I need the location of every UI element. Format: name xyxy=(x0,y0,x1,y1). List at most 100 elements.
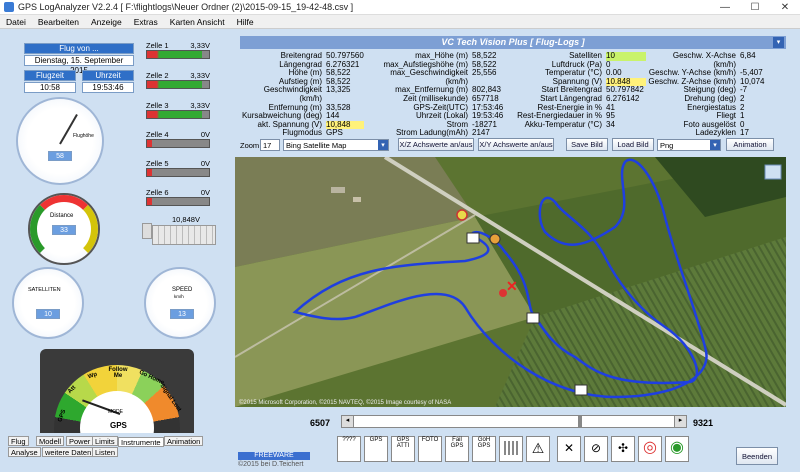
gps-atti-icon[interactable]: GPS ATTI xyxy=(391,436,415,462)
right-header: VC Tech Vision Plus [ Flug-Logs ] xyxy=(240,36,786,49)
speed-value: 13 xyxy=(170,309,194,319)
tab-weitere-daten[interactable]: weitere Daten xyxy=(42,447,95,457)
xy-axis-toggle-button[interactable]: X/Y Achswerte an/aus xyxy=(478,138,554,151)
cell-label: Zelle 1 xyxy=(146,41,169,50)
foto-icon[interactable]: FOTO xyxy=(418,436,442,462)
window-title: GPS LogAnalyzer V2.2.4 [ F:\flightlogs\N… xyxy=(18,2,354,12)
uhrzeit-label: Uhrzeit xyxy=(82,70,134,81)
gauge-needle xyxy=(59,114,78,145)
warning-icon[interactable]: ⚠ xyxy=(526,436,550,462)
gauge-title: Distance xyxy=(50,213,74,219)
fish-icon[interactable]: ✕ xyxy=(557,436,581,462)
tab-analyse[interactable]: Analyse xyxy=(8,447,41,457)
gauge-title: SPEED xyxy=(172,287,193,293)
target-icon[interactable]: ◎ xyxy=(638,436,662,462)
cell-value: 3,33V xyxy=(190,101,210,110)
cell-label: Zelle 4 xyxy=(146,130,169,139)
start-marker-icon xyxy=(456,209,468,221)
menu-anzeige[interactable]: Anzeige xyxy=(85,17,128,27)
left-panel: Flug von ... Dienstag, 15. September 201… xyxy=(2,31,235,472)
camera-icon xyxy=(466,232,480,244)
mode-segment: Follow Me xyxy=(108,367,128,379)
battery-icon: 10,848V xyxy=(142,215,216,245)
satellites-gauge: SATELLITEN 10 xyxy=(12,267,84,339)
left-tabs: Flug Modell Power Limits Instrumente Ani… xyxy=(8,436,208,466)
compass-icon[interactable]: ✣ xyxy=(611,436,635,462)
animation-button[interactable]: Animation xyxy=(726,138,774,151)
fail-gps-icon[interactable]: Fail GPS xyxy=(445,436,469,462)
freeware-badge: FREEWARE xyxy=(238,452,310,460)
battery-voltage: 10,848V xyxy=(172,215,200,224)
flight-date: Dienstag, 15. September 2015 xyxy=(24,55,134,75)
grid-circle-icon[interactable]: ⊘ xyxy=(584,436,608,462)
load-image-button[interactable]: Load Bild xyxy=(612,138,654,151)
close-button[interactable]: ✕ xyxy=(770,0,800,15)
tab-listen[interactable]: Listen xyxy=(92,447,119,457)
menu-bearbeiten[interactable]: Bearbeiten xyxy=(32,17,85,27)
cell-value: 3,33V xyxy=(190,71,210,80)
slider-thumb[interactable] xyxy=(578,416,582,427)
uhrzeit-value: 19:53:46 xyxy=(82,82,134,93)
cell-label: Zelle 3 xyxy=(146,101,169,110)
menu-hilfe[interactable]: Hilfe xyxy=(231,17,260,27)
mode-sub: GPS xyxy=(110,421,127,430)
image-format-select[interactable]: Png ▾ xyxy=(657,139,721,151)
tab-flug[interactable]: Flug xyxy=(8,436,29,446)
goh-gps-icon[interactable]: GoH GPS xyxy=(472,436,496,462)
map-credit: ©2015 Microsoft Corporation, ©2015 NAVTE… xyxy=(239,400,452,406)
distance-value: 33 xyxy=(52,225,76,235)
cell-label: Zelle 5 xyxy=(146,159,169,168)
map-svg: ✕ xyxy=(235,157,786,407)
header-dropdown-icon[interactable]: ▾ xyxy=(773,37,784,48)
waypoint-icon xyxy=(489,233,501,245)
cell-1: Zelle 1 3,33V xyxy=(146,41,210,59)
slider-min: 6507 xyxy=(310,418,331,428)
data-column-4: Geschw. X-Achse (km/h) 6,84 Geschw. Y-Ach… xyxy=(648,51,765,138)
satellite-map[interactable]: ✕ ©2015 Microsoft Corporation, ©2015 NAV… xyxy=(235,157,786,407)
chevron-down-icon: ▾ xyxy=(710,140,720,150)
flugzeit-value: 10:58 xyxy=(24,82,76,93)
cell-value: 0V xyxy=(200,188,210,197)
camera-icon xyxy=(574,384,588,396)
chevron-down-icon: ▾ xyxy=(378,140,388,150)
zoom-spinner[interactable]: 17 xyxy=(260,139,280,151)
tab-animation[interactable]: Animation xyxy=(164,436,204,446)
gauge-unit: km/h xyxy=(174,294,184,299)
tab-power[interactable]: Power xyxy=(66,436,94,446)
tab-modell[interactable]: Modell xyxy=(36,436,65,446)
cell-4: Zelle 4 0V xyxy=(146,130,210,148)
cell-value: 0V xyxy=(200,130,210,139)
camera-icon xyxy=(526,312,540,324)
cell-label: Zelle 6 xyxy=(146,188,169,197)
mode-dial: GPS Att Wp Follow Me Go Home Signal Lost… xyxy=(40,349,194,433)
app-icon xyxy=(4,2,14,12)
unknown-icon[interactable]: ???? xyxy=(337,436,361,462)
save-image-button[interactable]: Save Bild xyxy=(566,138,608,151)
cell-6: Zelle 6 0V xyxy=(146,188,210,206)
menu-extras[interactable]: Extras xyxy=(128,17,164,27)
altitude-gauge: Flughöhe 58 xyxy=(16,97,104,185)
maximize-button[interactable]: ☐ xyxy=(740,0,770,15)
fullscreen-icon xyxy=(764,164,782,180)
data-column-1: Breitengrad 50.797560 Längengrad 6.276321 … xyxy=(241,51,364,138)
menu-datei[interactable]: Datei xyxy=(0,17,32,27)
xz-axis-toggle-button[interactable]: X/Z Achswerte an/aus xyxy=(398,138,474,151)
cell-value: 0V xyxy=(200,159,210,168)
flight-header: Flug von ... xyxy=(24,43,134,54)
beenden-button[interactable]: Beenden xyxy=(736,447,778,465)
tab-instrumente[interactable]: Instrumente xyxy=(118,437,164,447)
menu-karten-ansicht[interactable]: Karten Ansicht xyxy=(164,17,231,27)
grid-icon[interactable] xyxy=(499,436,523,462)
gps-icon[interactable]: GPS xyxy=(364,436,388,462)
gauge-title: Flughöhe xyxy=(73,133,94,139)
time-slider[interactable]: ◂ ▸ xyxy=(341,415,687,428)
tab-limits[interactable]: Limits xyxy=(92,436,118,446)
cell-label: Zelle 2 xyxy=(146,71,169,80)
map-type-select[interactable]: Bing Satellite Map ▾ xyxy=(283,139,389,151)
copyright: ©2015 bei D.Teichert xyxy=(238,461,304,468)
cell-2: Zelle 2 3,33V xyxy=(146,71,210,89)
target-green-icon[interactable]: ◉ xyxy=(665,436,689,462)
minimize-button[interactable]: — xyxy=(710,0,740,15)
satellites-value: 10 xyxy=(36,309,60,319)
distance-gauge: Distance 33 xyxy=(28,193,100,265)
